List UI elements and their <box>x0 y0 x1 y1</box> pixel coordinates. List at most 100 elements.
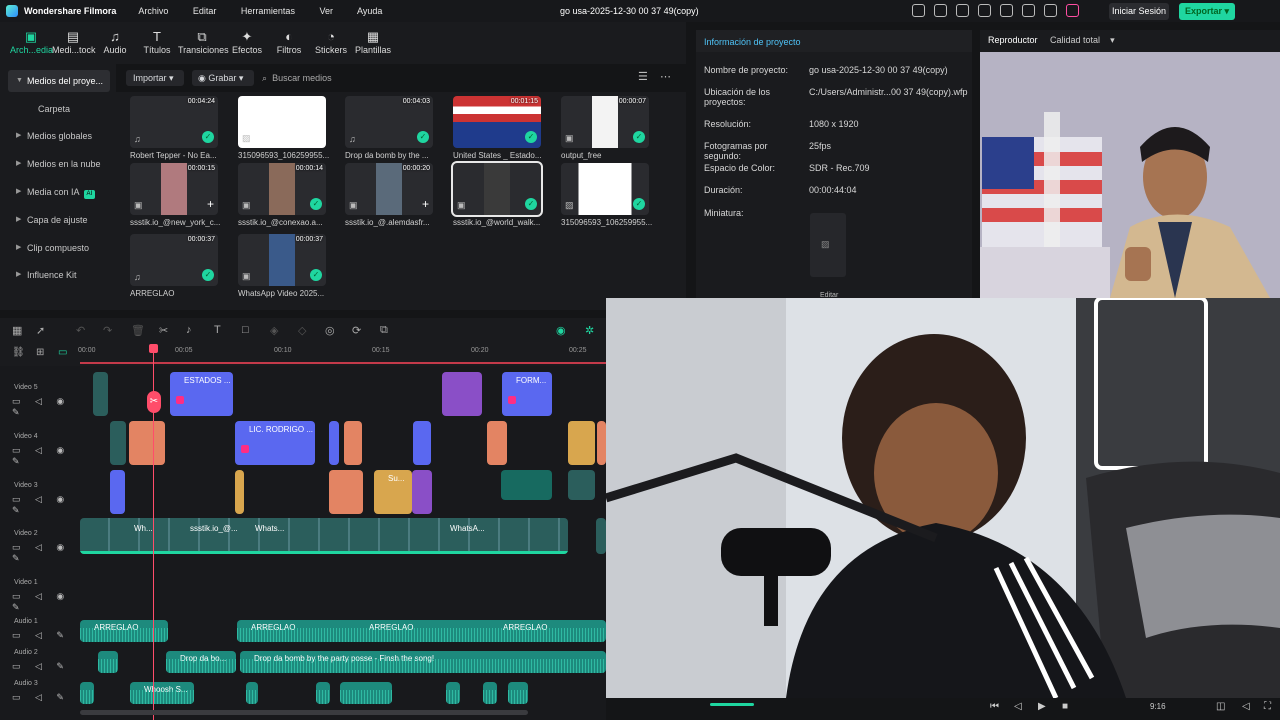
play-icon[interactable]: ▶ <box>1038 701 1046 712</box>
sidebar-item-project-media[interactable]: ▼ Medios del proye... <box>8 70 110 92</box>
delete-icon[interactable]: 🗑 <box>131 324 145 337</box>
menu-ayuda[interactable]: Ayuda <box>357 6 382 16</box>
apps-icon[interactable] <box>1044 4 1057 17</box>
audio-clip[interactable]: ARREGLAO ARREGLAO ARREGLAO <box>237 620 606 642</box>
timeline-clip[interactable] <box>412 470 432 514</box>
tab-transitions[interactable]: ⧉ Transiciones <box>178 22 229 64</box>
timeline-clip-title[interactable]: LIC. RODRIGO ... <box>235 421 315 465</box>
volume-icon[interactable]: ◁ <box>1242 701 1250 712</box>
timeline-clip[interactable] <box>344 421 362 465</box>
tab-templates[interactable]: ▦ Plantillas <box>352 22 394 64</box>
audio-edit-icon[interactable]: ♪ <box>186 324 192 336</box>
undo-icon[interactable]: ↶ <box>76 324 85 337</box>
tab-stock-media[interactable]: ▤ Medi...tock <box>52 22 96 64</box>
timeline-clip[interactable] <box>235 470 244 514</box>
import-button[interactable]: Importar ▾ <box>126 70 184 86</box>
menu-editar[interactable]: Editar <box>193 6 217 16</box>
split-marker-icon[interactable]: ✂ <box>147 391 161 413</box>
audio-clip[interactable] <box>80 682 94 704</box>
snapshot-icon[interactable]: ◫ <box>1216 701 1225 712</box>
media-card[interactable]: 00:04:03 ♫ ✓ Drop da bomb by the ... <box>345 96 433 166</box>
record-button[interactable]: ◉ Grabar ▾ <box>192 70 254 86</box>
panel-divider[interactable] <box>686 30 696 298</box>
add-icon[interactable]: + <box>422 197 429 211</box>
link-icon[interactable]: ⛓ <box>12 347 25 358</box>
step-back-icon[interactable]: ◁ <box>1014 701 1022 712</box>
media-card[interactable]: 00:00:20 ▣ + ssstik.io_@.alemdasfr... <box>345 163 433 233</box>
fullscreen-icon[interactable]: ⛶ <box>1264 701 1271 712</box>
sidebar-item-influence-kit[interactable]: ▶ Influence Kit <box>8 264 110 286</box>
speed-icon[interactable]: ◎ <box>325 324 335 337</box>
audio-clip[interactable] <box>340 682 392 704</box>
ai-tools-icon[interactable]: ⟳ <box>352 324 361 337</box>
send-icon[interactable] <box>934 4 947 17</box>
menu-ver[interactable]: Ver <box>319 6 333 16</box>
timeline-clip[interactable] <box>329 470 363 514</box>
audio-clip[interactable]: Whoosh S... <box>130 682 194 704</box>
audio-clip[interactable]: ARREGLAO <box>80 620 168 642</box>
media-card[interactable]: 00:00:37 ♫ ✓ ARREGLAO <box>130 234 218 304</box>
timeline-clip[interactable]: Su... <box>374 470 412 514</box>
cart-icon[interactable] <box>1066 4 1079 17</box>
track-controls[interactable]: ▭ ◁ ◉ ✎ <box>12 542 78 564</box>
timeline-scrollbar[interactable] <box>80 710 528 715</box>
add-track-icon[interactable]: ▭ <box>58 347 67 358</box>
audio-clip[interactable] <box>483 682 497 704</box>
cloud-icon[interactable] <box>1000 4 1013 17</box>
timeline-clip[interactable] <box>568 421 595 465</box>
login-button[interactable]: Iniciar Sesión <box>1109 3 1169 20</box>
track-controls[interactable]: ▭ ◁ ◉ ✎ <box>12 494 78 516</box>
aspect-ratio[interactable]: 9:16 <box>1150 702 1166 711</box>
gift-icon[interactable] <box>912 4 925 17</box>
audio-clip[interactable]: Drop da bo... <box>166 651 236 673</box>
timeline-clip[interactable] <box>110 470 125 514</box>
media-search[interactable]: ⌕ Buscar medios <box>262 70 562 86</box>
media-card[interactable]: 00:00:15 ▣ + ssstik.io_@new_york_c... <box>130 163 220 233</box>
audio-clip[interactable] <box>508 682 528 704</box>
timeline-clip[interactable] <box>568 470 595 500</box>
thumbnail-placeholder[interactable]: ▨ <box>810 213 846 277</box>
render-icon[interactable]: ◉ <box>556 324 566 337</box>
timeline-clip[interactable] <box>93 372 108 416</box>
menu-archivo[interactable]: Archivo <box>138 6 168 16</box>
track-manager-icon[interactable]: ⊞ <box>36 347 44 358</box>
tab-media[interactable]: ▣ Arch...edia <box>10 22 53 64</box>
timeline-clip[interactable] <box>329 421 339 465</box>
tab-titles[interactable]: T Títulos <box>136 22 178 64</box>
split-icon[interactable]: ✂ <box>159 324 168 337</box>
timeline-clip[interactable] <box>110 421 126 465</box>
media-card[interactable]: 00:00:37 ▣ ✓ WhatsApp Video 2025... <box>238 234 326 304</box>
track-controls[interactable]: ▭ ◁ ✎ <box>12 692 70 703</box>
media-card-selected[interactable]: ▣ ✓ ssstik.io_@world_walk... <box>451 161 543 233</box>
sidebar-item-compound-clip[interactable]: ▶ Clip compuesto <box>8 237 110 259</box>
group-icon[interactable]: ⧉ <box>380 324 388 337</box>
timeline-clip[interactable] <box>597 421 606 465</box>
text-icon[interactable]: T <box>214 324 221 336</box>
select-tool-icon[interactable]: ➚ <box>36 324 45 337</box>
track-controls[interactable]: ▭ ◁ ◉ ✎ <box>12 445 78 467</box>
sidebar-item-adjustment-layer[interactable]: ▶ Capa de ajuste <box>8 209 110 231</box>
add-icon[interactable]: + <box>315 130 322 144</box>
sidebar-item-global-media[interactable]: ▶ Medios globales <box>8 125 110 147</box>
stop-icon[interactable]: ■ <box>1062 701 1068 712</box>
track-controls[interactable]: ▭ ◁ ✎ <box>12 661 70 672</box>
sidebar-item-ai-media[interactable]: ▶ Media con IA AI <box>8 181 110 203</box>
layout-icon[interactable]: ▦ <box>12 324 22 337</box>
redo-icon[interactable]: ↷ <box>103 324 112 337</box>
notification-icon[interactable] <box>956 4 969 17</box>
timeline-clip[interactable] <box>596 518 606 554</box>
timeline-clip[interactable] <box>501 470 552 500</box>
layout-icon[interactable] <box>978 4 991 17</box>
color-icon[interactable]: ◈ <box>270 324 278 337</box>
sidebar-item-folder[interactable]: Carpeta <box>8 98 110 120</box>
tab-audio[interactable]: ♫ Audio <box>94 22 136 64</box>
tab-stickers[interactable]: ◔ Stickers <box>310 22 352 64</box>
track-controls[interactable]: ▭ ◁ ✎ <box>12 630 70 641</box>
audio-clip[interactable] <box>446 682 460 704</box>
menu-herramientas[interactable]: Herramientas <box>241 6 295 16</box>
add-icon[interactable]: + <box>207 197 214 211</box>
tab-effects[interactable]: ✦ Efectos <box>226 22 268 64</box>
more-options-icon[interactable]: ⋯ <box>660 70 671 83</box>
timeline-clip[interactable] <box>442 372 482 416</box>
snap-icon[interactable]: ✲ <box>585 324 594 337</box>
